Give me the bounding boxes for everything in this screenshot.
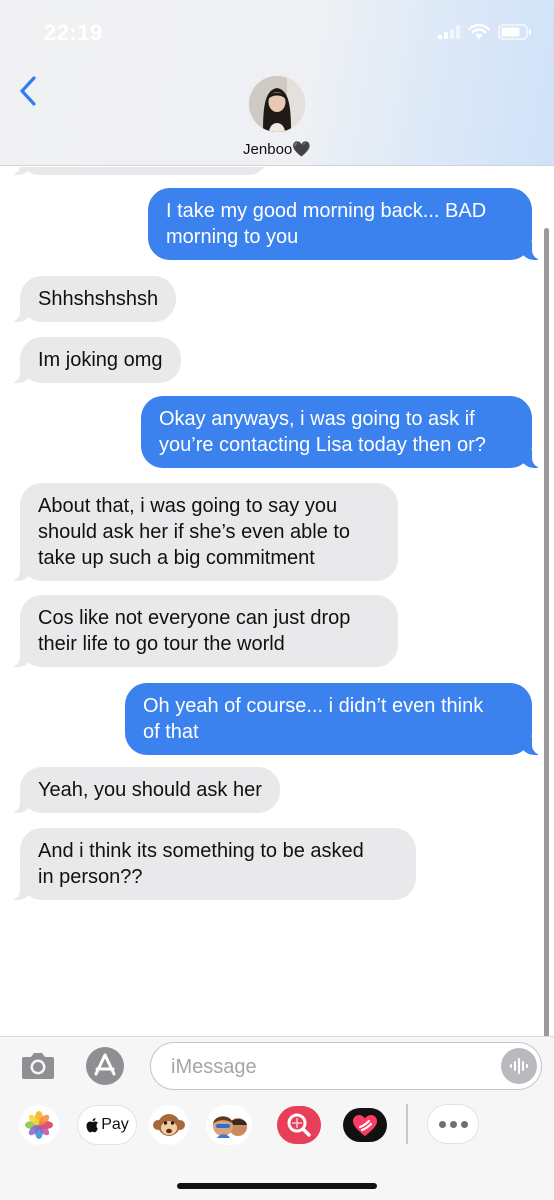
battery-icon (498, 24, 531, 40)
waveform-icon (510, 1058, 528, 1074)
status-icons (438, 24, 532, 40)
message-bubble-outgoing[interactable]: Okay anyways, i was going to ask if you’… (141, 396, 542, 468)
message-input-field[interactable] (150, 1042, 542, 1090)
apple-logo-icon (86, 1118, 99, 1133)
apple-pay-icon[interactable]: Pay (78, 1106, 136, 1144)
message-bubble-incoming[interactable]: Yeah, you should ask her (10, 767, 280, 813)
message-bubble-incoming[interactable]: Im joking omg (10, 337, 181, 383)
photos-icon[interactable] (16, 1104, 62, 1146)
avatar-photo (249, 76, 305, 132)
message-bubble-partial (10, 167, 268, 175)
scrollbar[interactable] (544, 228, 549, 1038)
monkey-memoji-icon[interactable] (146, 1104, 192, 1146)
conversation-header: 22:19 Jenboo🖤 (0, 0, 554, 166)
message-bubble-outgoing[interactable]: Oh yeah of course... i didn’t even think… (125, 683, 542, 755)
apple-pay-label: Pay (101, 1116, 129, 1133)
more-dot (449, 1120, 457, 1128)
memoji-stickers-icon[interactable] (206, 1104, 252, 1146)
app-store-icon[interactable] (84, 1046, 126, 1086)
image-search-icon[interactable] (276, 1104, 322, 1146)
message-bubble-incoming[interactable]: About that, i was going to say you shoul… (10, 483, 398, 581)
message-bubble-incoming[interactable]: Shhshshshsh (9, 276, 177, 322)
message-bubble-incoming[interactable]: Cos like not everyone can just drop thei… (10, 595, 398, 667)
status-time: 22:19 (44, 20, 103, 45)
message-list[interactable]: I take my good morning back... BAD morni… (0, 167, 554, 1035)
more-apps-icon[interactable] (428, 1105, 478, 1143)
home-indicator[interactable] (177, 1183, 377, 1189)
message-bubble-incoming[interactable]: And i think its something to be asked in… (10, 828, 416, 900)
drawer-divider (406, 1104, 408, 1144)
back-chevron-icon[interactable] (16, 74, 40, 108)
digital-touch-icon[interactable] (342, 1104, 388, 1146)
cellular-signal-icon (438, 25, 460, 39)
contact-name[interactable]: Jenboo🖤 (0, 140, 554, 158)
more-dot (438, 1120, 446, 1128)
message-bubble-outgoing[interactable]: I take my good morning back... BAD morni… (148, 188, 542, 260)
contact-avatar[interactable] (249, 76, 305, 132)
audio-message-button[interactable] (501, 1048, 537, 1084)
wifi-icon (468, 24, 490, 39)
more-dot (460, 1120, 468, 1128)
message-input[interactable] (171, 1053, 471, 1081)
camera-icon[interactable] (20, 1048, 56, 1082)
